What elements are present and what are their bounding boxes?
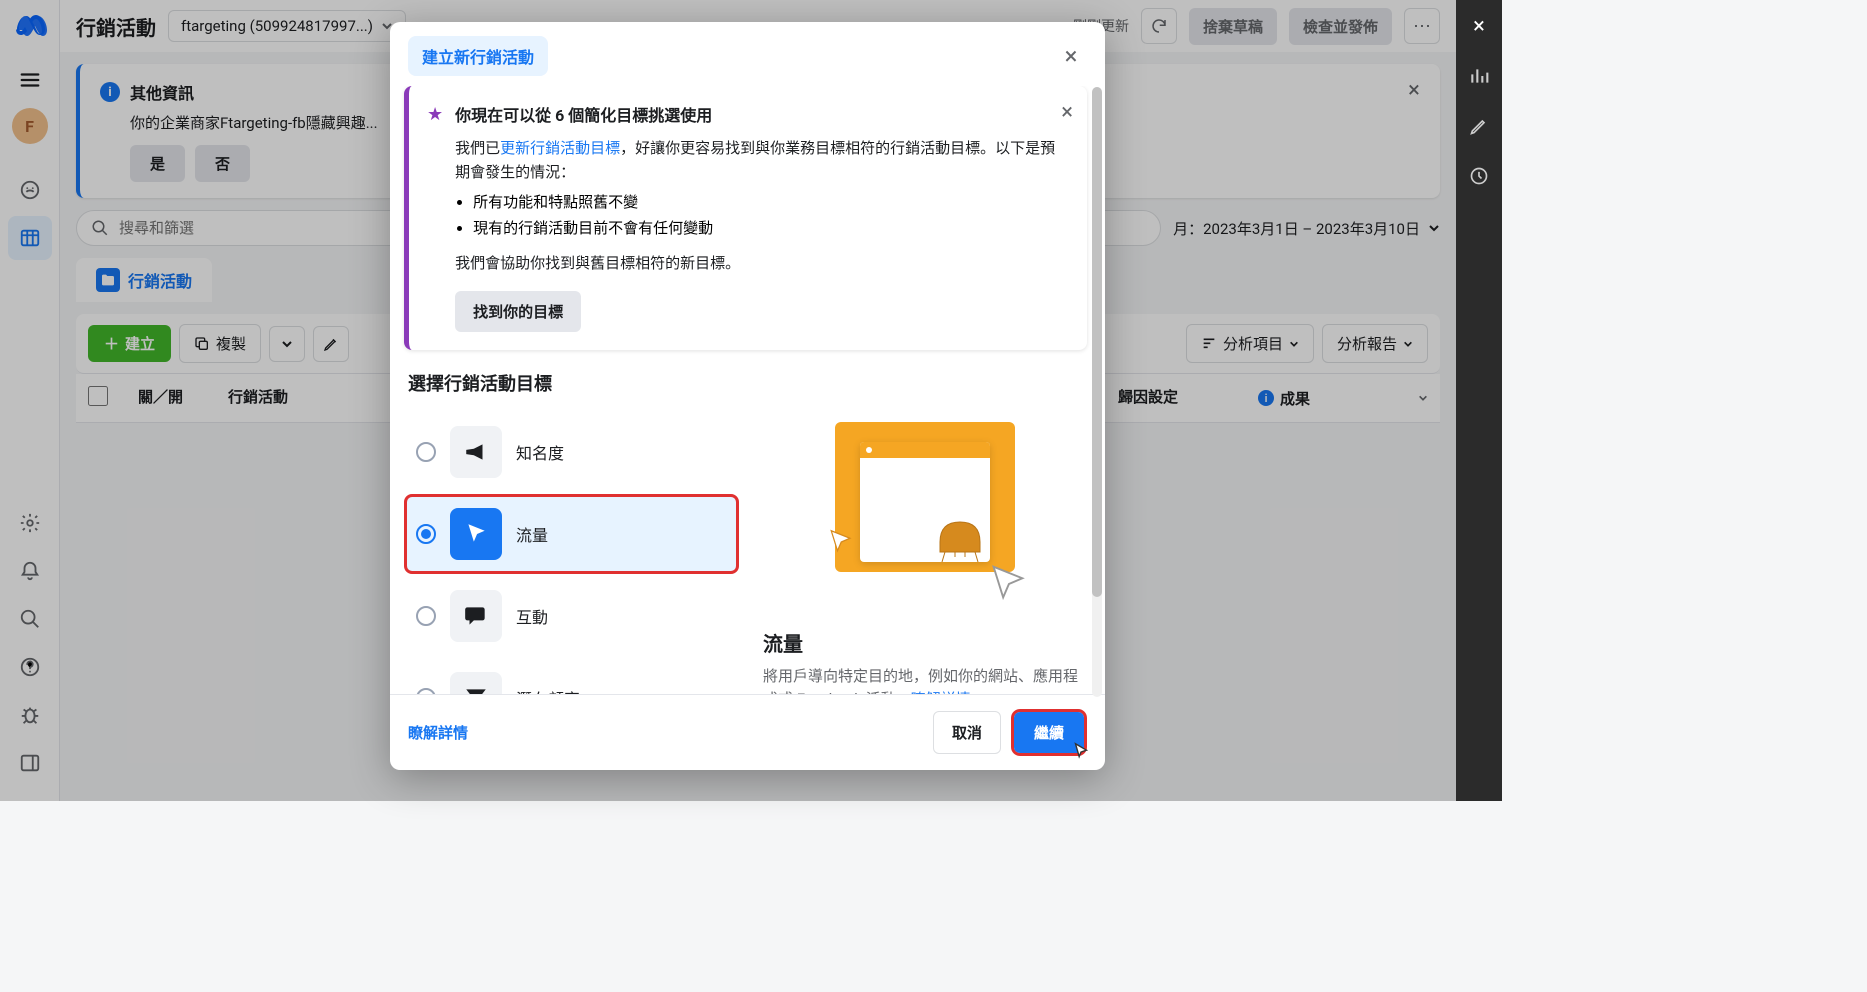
preview-illustration [815,412,1035,612]
radio-unchecked [416,606,436,626]
preview-title: 流量 [763,628,803,657]
radio-checked [416,524,436,544]
callout-card: × ★ 你現在可以從 6 個簡化目標挑選使用 我們已更新行銷活動目標，好讓你更容… [404,86,1087,350]
callout-close[interactable]: × [1061,100,1073,125]
objective-preview: 流量 將用戶導向特定目的地，例如你的網站、應用程式或 Facebook 活動。瞭… [763,412,1087,694]
modal-close-button[interactable]: × [1055,40,1087,72]
objective-leads[interactable]: 潛在顧客 [404,658,739,694]
mouse-cursor-icon [1070,741,1092,763]
star-icon: ★ [427,104,443,125]
footer-learn-more[interactable]: 瞭解詳情 [408,722,468,743]
callout-bullet: 現有的行銷活動目前不會有任何變動 [473,216,1069,242]
cursor-icon [450,508,502,560]
radio-unchecked [416,442,436,462]
funnel-icon [450,672,502,694]
clock-icon[interactable] [1461,158,1497,194]
callout-bullet: 所有功能和特點照舊不變 [473,190,1069,216]
megaphone-icon [450,426,502,478]
modal-scrollbar[interactable] [1092,87,1102,697]
create-campaign-modal: 建立新行銷活動 × × ★ 你現在可以從 6 個簡化目標挑選使用 我們已更新行銷… [390,22,1105,770]
callout-text-1: 我們已更新行銷活動目標，好讓你更容易找到與你業務目標相符的行銷活動目標。以下是預… [455,136,1069,184]
cancel-button[interactable]: 取消 [933,711,1001,754]
right-sidebar: × [1456,0,1502,801]
callout-text-2: 我們會協助你找到與舊目標相符的新目標。 [455,251,1069,275]
preview-description: 將用戶導向特定目的地，例如你的網站、應用程式或 Facebook 活動。瞭解詳情 [763,665,1087,694]
objective-awareness[interactable]: 知名度 [404,412,739,492]
section-title: 選擇行銷活動目標 [408,370,1087,396]
edit-icon[interactable] [1461,108,1497,144]
callout-link[interactable]: 更新行銷活動目標 [500,139,620,157]
modal-title-badge: 建立新行銷活動 [408,36,548,76]
chat-icon [450,590,502,642]
chart-icon[interactable] [1461,58,1497,94]
right-sidebar-close[interactable]: × [1461,8,1497,44]
objective-engagement[interactable]: 互動 [404,576,739,656]
callout-title: 你現在可以從 6 個簡化目標挑選使用 [455,102,1069,126]
objective-traffic[interactable]: 流量 [404,494,739,574]
find-objective-button[interactable]: 找到你的目標 [455,291,581,332]
modal-footer: 瞭解詳情 取消 繼續 [390,694,1105,770]
objectives-list: 知名度 流量 互動 [404,412,739,694]
